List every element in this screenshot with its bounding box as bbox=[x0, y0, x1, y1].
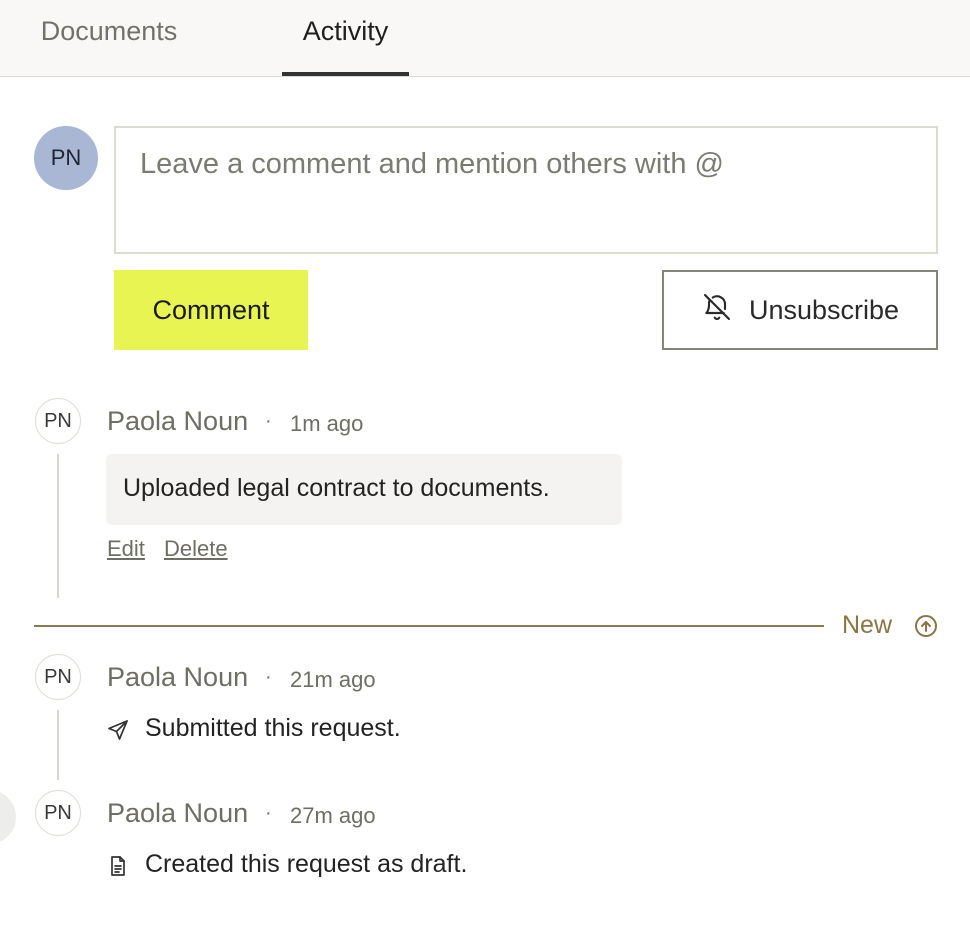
new-divider-line bbox=[34, 625, 824, 627]
avatar: PN bbox=[35, 654, 81, 700]
bell-off-icon bbox=[701, 291, 733, 330]
timestamp: 21m ago bbox=[290, 667, 376, 692]
event-text: Created this request as draft. bbox=[145, 850, 468, 878]
thread-line bbox=[57, 454, 59, 598]
comment-bubble: Uploaded legal contract to documents. bbox=[106, 454, 622, 525]
avatar: PN bbox=[35, 398, 81, 444]
send-icon bbox=[106, 718, 130, 747]
new-label: New bbox=[842, 611, 893, 639]
arrow-up-circle-icon[interactable] bbox=[914, 614, 938, 643]
timestamp: 27m ago bbox=[290, 803, 376, 828]
delete-link[interactable]: Delete bbox=[164, 536, 228, 562]
event-text: Submitted this request. bbox=[145, 714, 401, 742]
comment-input[interactable] bbox=[114, 126, 938, 254]
unsubscribe-label: Unsubscribe bbox=[748, 294, 900, 325]
comment-button[interactable]: Comment bbox=[114, 270, 308, 350]
unsubscribe-button[interactable]: Unsubscribe bbox=[662, 270, 938, 350]
tab-documents[interactable]: Documents bbox=[20, 0, 198, 76]
tab-activity[interactable]: Activity bbox=[282, 0, 409, 76]
partial-element bbox=[0, 790, 16, 844]
separator-dot: · bbox=[265, 410, 272, 432]
thread-line bbox=[57, 710, 59, 780]
avatar: PN bbox=[34, 126, 98, 190]
tab-bar: Documents Activity bbox=[0, 0, 970, 77]
author-name: Paola Noun bbox=[107, 406, 249, 436]
avatar: PN bbox=[35, 790, 81, 836]
document-icon bbox=[106, 854, 130, 883]
timestamp: 1m ago bbox=[290, 411, 364, 436]
edit-link[interactable]: Edit bbox=[107, 536, 145, 562]
separator-dot: · bbox=[265, 666, 272, 688]
separator-dot: · bbox=[265, 802, 272, 824]
author-name: Paola Noun bbox=[107, 662, 249, 692]
author-name: Paola Noun bbox=[107, 798, 249, 828]
